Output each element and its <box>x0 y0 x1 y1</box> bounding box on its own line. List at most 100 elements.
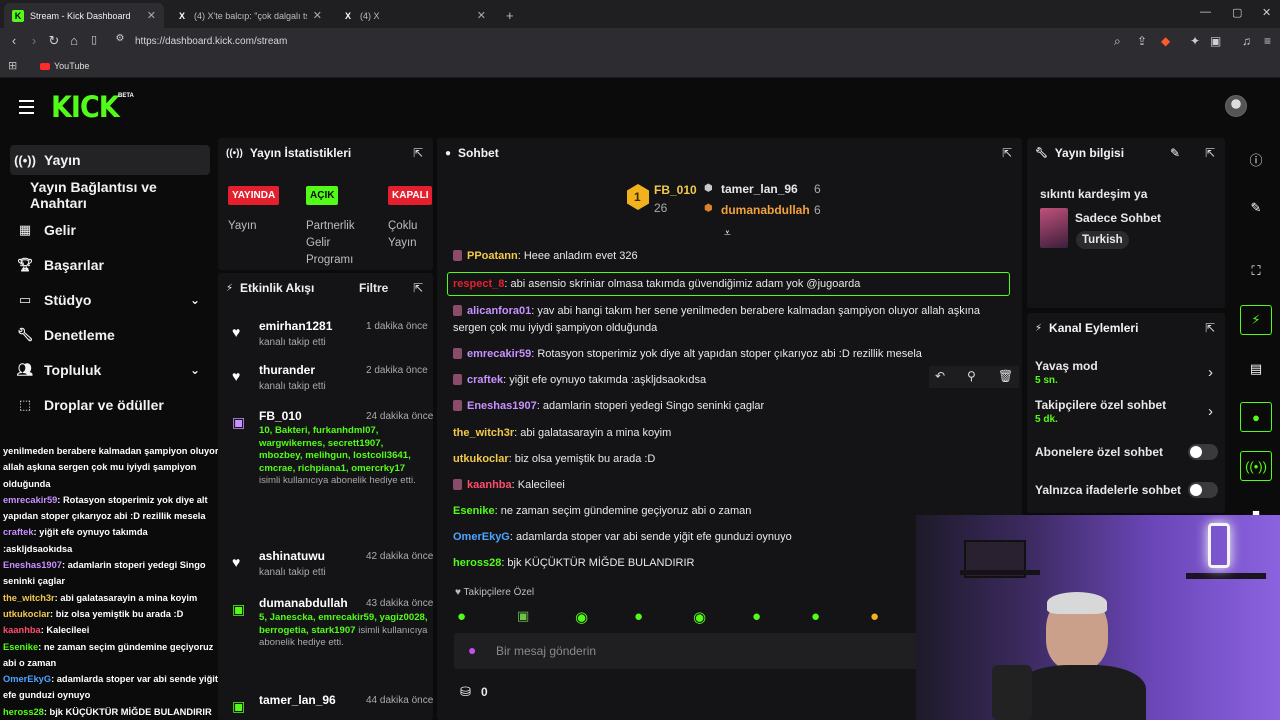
close-tab-icon[interactable]: ✕ <box>313 9 322 22</box>
emotes-only-toggle[interactable] <box>1188 482 1218 498</box>
forward-icon[interactable]: › <box>26 33 42 48</box>
sidebar-item-topluluk[interactable]: 👥︎ Topluluk ⌄ <box>10 355 210 385</box>
maximize-icon[interactable]: ▢ <box>1232 6 1242 19</box>
points-icon[interactable]: ⛁ <box>460 684 471 700</box>
chat-message[interactable]: the_witch3r: abi galatasarayin a mina ko… <box>453 425 1013 442</box>
expand-leaderboard-icon[interactable]: ⩡ <box>724 226 731 241</box>
chat-username[interactable]: kaanhba <box>467 479 512 491</box>
chat-message[interactable]: respect_8: abi asensio skriniar olmasa t… <box>453 276 1013 293</box>
emote-icon[interactable]: ● <box>870 608 879 625</box>
apps-grid-icon[interactable]: ⊞ <box>8 59 17 72</box>
followers-only-row[interactable]: Takipçilere özel sohbet 5 dk. › <box>1035 398 1215 428</box>
chat-message[interactable]: utkukoclar: biz olsa yemiştik bu arada :… <box>453 451 1013 468</box>
edit-icon[interactable]: ✎ <box>1240 193 1272 223</box>
popout-icon[interactable]: ⇱ <box>1002 146 1012 160</box>
chat-message[interactable]: PPoatann: Heee anladım evet 326 <box>453 248 1013 265</box>
popout-icon[interactable]: ⇱ <box>413 146 423 160</box>
reply-icon[interactable]: ↶ <box>935 369 945 383</box>
pin-icon[interactable]: ⚲ <box>967 369 976 383</box>
chat-username[interactable]: respect_8 <box>453 278 504 290</box>
emote-icon[interactable]: ◉ <box>693 608 706 626</box>
media-icon[interactable]: ♫ <box>1242 34 1251 48</box>
popout-icon[interactable]: ⇱ <box>1205 321 1215 335</box>
sidebar-item-denetleme[interactable]: 🔧︎ Denetleme <box>10 320 210 350</box>
back-icon[interactable]: ‹ <box>6 33 22 48</box>
tab-title: Stream - Kick Dashboard <box>30 10 131 21</box>
extensions-icon[interactable]: ✦ <box>1190 34 1200 48</box>
heart-icon: ♥ <box>232 368 241 384</box>
chat-username[interactable]: emrecakir59 <box>467 348 531 360</box>
emote-icon[interactable]: ● <box>457 608 466 625</box>
chat-icon[interactable]: ● <box>1240 402 1272 432</box>
sidebar-item-label: Droplar ve ödüller <box>44 397 164 413</box>
sidebar-item-basarilar[interactable]: 🏆︎ Başarılar <box>10 250 210 280</box>
close-window-icon[interactable]: ✕ <box>1262 6 1271 19</box>
chat-username[interactable]: Esenike <box>453 505 495 517</box>
chat-username[interactable]: heross28 <box>453 557 501 569</box>
sidebar-icon[interactable]: ▣ <box>1210 34 1221 48</box>
rank-two-badge: ⬢ <box>704 183 713 194</box>
minimize-icon[interactable]: — <box>1200 6 1211 18</box>
popout-icon[interactable]: ⇱ <box>1205 146 1215 160</box>
bookmark-youtube[interactable]: YouTube <box>40 61 89 71</box>
category-name[interactable]: Sadece Sohbet <box>1075 211 1161 225</box>
user-avatar[interactable] <box>1225 95 1247 117</box>
quick-actions-icon[interactable]: ⚡︎ <box>1240 305 1272 335</box>
overlay-chat-line: yapıdan stoper çıkarıyoz abi :D rezillik… <box>0 508 222 524</box>
chat-message[interactable]: kaanhba: Kalecileei <box>453 477 1013 494</box>
brave-shield-icon[interactable]: ◆ <box>1161 34 1170 48</box>
new-tab-button[interactable]: + <box>498 3 518 28</box>
chat-message[interactable]: emrecakir59: Rotasyon stoperimiz yok diy… <box>453 346 1013 363</box>
share-icon[interactable]: ⇪ <box>1137 34 1147 48</box>
info-icon[interactable]: ⓘ <box>1240 144 1272 174</box>
menu-icon[interactable]: ≡ <box>1264 34 1271 48</box>
emote-icon[interactable]: ● <box>811 608 820 625</box>
subscribers-only-toggle[interactable] <box>1188 444 1218 460</box>
edit-icon[interactable]: ✎ <box>1170 146 1180 160</box>
broadcast-icon[interactable]: ((•)) <box>1240 451 1272 481</box>
kick-logo[interactable]: KICK <box>51 90 120 124</box>
sidebar-item-droplar[interactable]: ⬚ Droplar ve ödüller <box>10 390 210 420</box>
chat-username[interactable]: alicanfora01 <box>467 305 531 317</box>
chat-bubble-icon: ● <box>445 147 452 159</box>
popout-icon[interactable]: ⇱ <box>413 281 423 295</box>
emote-icon[interactable]: ◉ <box>575 608 588 626</box>
hamburger-menu-icon[interactable] <box>19 100 34 118</box>
delete-icon[interactable]: 🗑︎ <box>998 369 1013 383</box>
bookmark-icon[interactable]: ▯ <box>86 33 102 46</box>
home-icon[interactable]: ⌂ <box>66 33 82 48</box>
overlay-chat-user: kaanhba <box>3 625 41 636</box>
chat-username[interactable]: utkukoclar <box>453 453 509 465</box>
overlay-chat-user: utkukoclar <box>3 608 51 619</box>
subscriber-badge-icon <box>453 305 462 316</box>
sidebar-item-studyo[interactable]: ▭ Stüdyo ⌄ <box>10 285 210 315</box>
chat-username[interactable]: OmerEkyG <box>453 531 510 543</box>
chat-username[interactable]: Eneshas1907 <box>467 400 537 412</box>
zoom-icon[interactable]: ⌕ <box>1114 34 1121 49</box>
chat-input[interactable]: ● Bir mesaj gönderin <box>454 633 924 669</box>
filter-button[interactable]: Filtre <box>359 281 388 295</box>
sidebar-item-gelir[interactable]: ▦ Gelir <box>10 215 210 245</box>
browser-tab-kick[interactable]: K Stream - Kick Dashboard ✕ <box>4 3 164 28</box>
close-tab-icon[interactable]: ✕ <box>147 9 156 22</box>
emote-icon[interactable]: ● <box>752 608 761 625</box>
notes-icon[interactable]: ▤ <box>1240 354 1272 384</box>
emote-icon[interactable]: ▣ <box>517 608 529 624</box>
site-settings-icon[interactable]: ⚙ <box>112 33 128 44</box>
sidebar-item-stream-key[interactable]: Yayın Bağlantısı ve Anahtarı <box>30 179 215 211</box>
chat-username[interactable]: PPoatann <box>467 250 518 262</box>
chat-username[interactable]: craftek <box>467 374 503 386</box>
reload-icon[interactable]: ↻ <box>46 33 62 49</box>
url-field[interactable]: https://dashboard.kick.com/stream <box>135 36 287 47</box>
browser-tab-x-post[interactable]: X (4) X'te balcıp: "çok dalgalı tsunami … <box>168 3 330 28</box>
chat-message[interactable]: Eneshas1907: adamlarin stoperi yedegi Si… <box>453 398 1013 415</box>
slow-mode-row[interactable]: Yavaş mod 5 sn. › <box>1035 359 1215 389</box>
microphone-icon[interactable]: ● <box>468 642 476 658</box>
emote-icon[interactable]: ● <box>634 608 643 625</box>
close-tab-icon[interactable]: ✕ <box>477 9 486 22</box>
chat-message[interactable]: alicanfora01: yav abi hangi takım her se… <box>453 303 993 337</box>
fullscreen-icon[interactable]: ⛶ <box>1240 256 1272 286</box>
chat-username[interactable]: the_witch3r <box>453 427 514 439</box>
browser-tab-x[interactable]: X (4) X ✕ <box>334 3 494 28</box>
sidebar-item-yayin[interactable]: ((•)) Yayın <box>10 145 210 175</box>
